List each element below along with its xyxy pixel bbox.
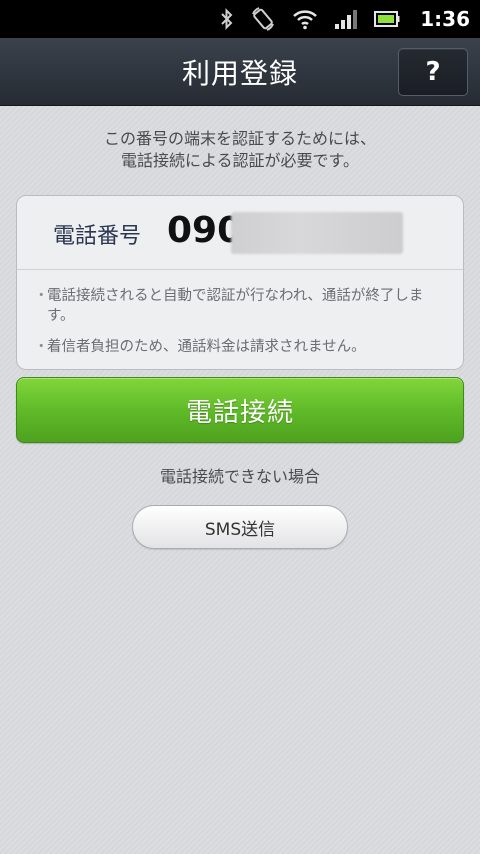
status-bar: 1:36	[0, 0, 480, 38]
note-auto-authentication: ・ 電話接続されると自動で認証が行なわれ、通話が終了します。	[34, 286, 447, 326]
note-text: 電話接続されると自動で認証が行なわれ、通話が終了します。	[47, 288, 424, 324]
signal-icon	[334, 7, 358, 31]
phone-connect-button[interactable]: 電話接続	[16, 377, 464, 443]
status-time: 1:36	[420, 7, 470, 31]
wifi-icon	[292, 7, 318, 31]
cannot-connect-text: 電話接続できない場合	[159, 467, 320, 486]
description: この番号の端末を認証するためには、 電話接続による認証が必要です。	[0, 128, 480, 172]
phone-number-label: 電話番号	[53, 224, 142, 249]
rotation-lock-icon	[250, 7, 276, 31]
title-bar: 利用登録 ?	[0, 38, 480, 106]
note-bullet: ・	[34, 288, 49, 304]
description-line-2: 電話接続による認証が必要です。	[121, 151, 359, 170]
description-line-1: この番号の端末を認証するためには、	[103, 129, 376, 148]
note-call-charges: ・ 着信者負担のため、通話料金は請求されません。	[34, 337, 447, 357]
card-divider	[17, 269, 463, 270]
sms-send-button[interactable]: SMS送信	[132, 505, 348, 549]
battery-icon	[374, 7, 400, 31]
bluetooth-icon	[220, 7, 234, 31]
note-text: 着信者負担のため、通話料金は請求されません。	[47, 339, 366, 355]
help-button[interactable]: ?	[398, 48, 468, 96]
note-bullet: ・	[34, 339, 49, 355]
phone-number-card: 電話番号 090 ・ 電話接続されると自動で認証が行なわれ、通話が終了します。 …	[16, 195, 464, 370]
phone-number-redaction	[231, 212, 403, 254]
